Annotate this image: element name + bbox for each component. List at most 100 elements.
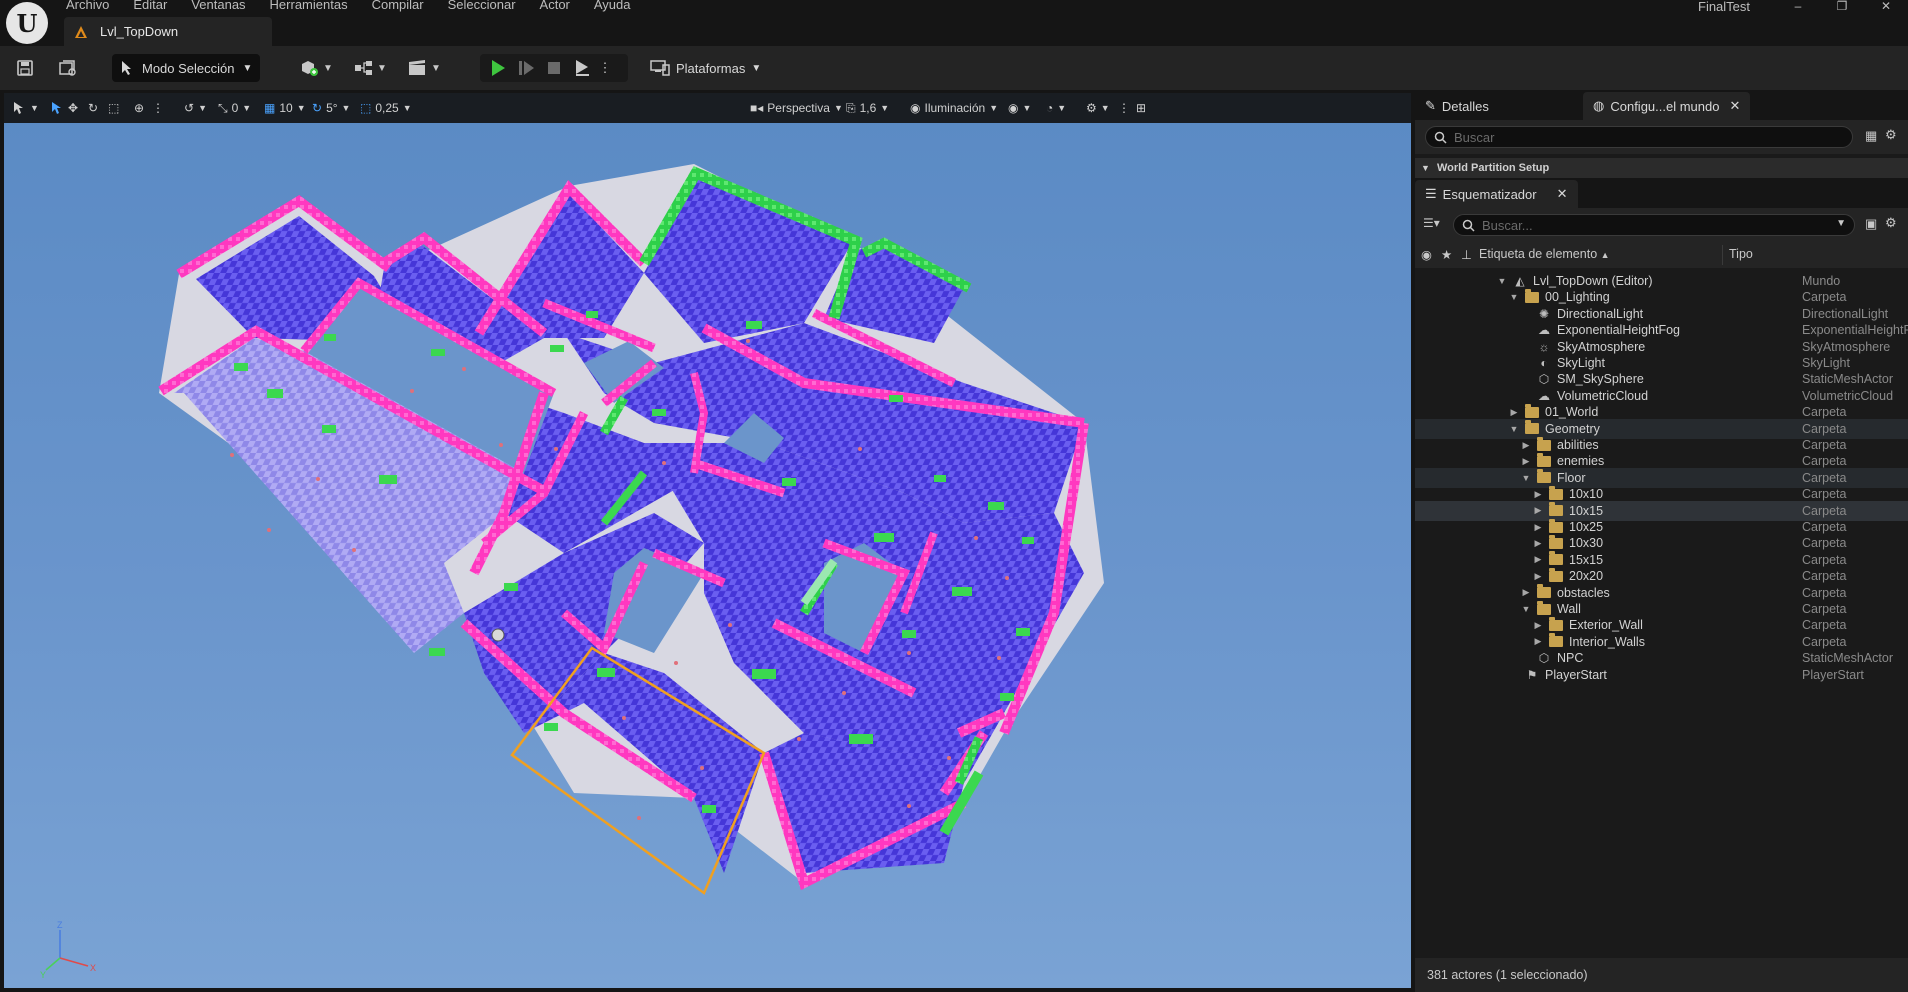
camera-speed-button[interactable]: ⎘ 1,6 ▼ xyxy=(846,93,889,123)
outliner-row-label: Floor xyxy=(1557,470,1586,485)
menu-item-compilar[interactable]: Compilar xyxy=(372,0,436,13)
outliner-row-name: ⬡ NPC xyxy=(1521,651,1584,665)
maximize-icon[interactable]: ❐ xyxy=(1820,0,1864,14)
menu-item-actor[interactable]: Actor xyxy=(540,0,582,13)
add-folder-icon[interactable]: ▣ xyxy=(1865,216,1877,232)
col-label-header[interactable]: Etiqueta de elemento ▲ xyxy=(1479,247,1610,261)
chevron-down-icon[interactable]: ▼ xyxy=(1509,424,1519,434)
more-options-icon[interactable]: ⋮ xyxy=(1118,93,1130,123)
chevron-right-icon[interactable]: ▶ xyxy=(1521,587,1531,598)
chevron-right-icon[interactable]: ▶ xyxy=(1533,538,1543,549)
col-type-header[interactable]: Tipo xyxy=(1729,247,1753,261)
rotate-tool-icon[interactable]: ↻ xyxy=(88,93,98,123)
tab-world-settings[interactable]: ◍ Configu...el mundo ✕ xyxy=(1583,92,1751,120)
gear-icon[interactable]: ⚙ xyxy=(1885,127,1897,143)
menu-item-seleccionar[interactable]: Seleccionar xyxy=(448,0,528,13)
world-partition-section[interactable]: ▼ World Partition Setup xyxy=(1415,158,1908,178)
viewport-options-button[interactable]: ▼ xyxy=(12,93,39,123)
chevron-down-icon[interactable]: ▼ xyxy=(1521,604,1531,614)
blueprints-button[interactable]: ▼ xyxy=(350,54,390,82)
chevron-down-icon[interactable]: ▼ xyxy=(1521,473,1531,483)
stop-icon[interactable] xyxy=(540,54,568,82)
details-search-input[interactable]: Buscar xyxy=(1425,126,1853,148)
rotate-snap-button[interactable]: ↻ 5° ▼ xyxy=(312,93,350,123)
world-local-icon[interactable]: ⊕ xyxy=(134,93,144,123)
chevron-right-icon[interactable]: ▶ xyxy=(1521,456,1531,467)
translate-tool-icon[interactable]: ✥ xyxy=(68,93,78,123)
chevron-right-icon[interactable]: ▶ xyxy=(1533,505,1543,516)
outliner-row-label: SM_SkySphere xyxy=(1557,372,1644,387)
chevron-right-icon[interactable]: ▶ xyxy=(1521,440,1531,451)
menu-item-herramientas[interactable]: Herramientas xyxy=(270,0,360,13)
menu-item-archivo[interactable]: Archivo xyxy=(66,0,121,13)
menu-item-ventanas[interactable]: Ventanas xyxy=(191,0,257,13)
step-frame-icon[interactable] xyxy=(512,54,540,82)
chevron-right-icon[interactable]: ▶ xyxy=(1533,554,1543,565)
details-search-placeholder: Buscar xyxy=(1454,129,1495,145)
content-browser-icon[interactable] xyxy=(56,54,80,82)
lighting-dropdown[interactable]: ◉ Iluminación ▼ xyxy=(910,93,998,123)
outliner-row-type: DirectionalLight xyxy=(1802,306,1889,321)
tab-outliner[interactable]: ☰ Esquematizador ✕ xyxy=(1415,180,1578,208)
transform-options-icon[interactable]: ⋮ xyxy=(152,93,164,123)
list-icon: ☰ xyxy=(1425,186,1437,201)
performance-button[interactable]: ◔ ▼ xyxy=(1046,93,1066,123)
unreal-logo-icon[interactable]: U xyxy=(6,2,48,44)
outliner-search-input[interactable]: Buscar... ▼ xyxy=(1453,214,1855,236)
outliner-row-type: PlayerStart xyxy=(1802,667,1864,682)
eject-icon[interactable] xyxy=(568,54,596,82)
grid-snap-button[interactable]: ▦ 10 ▼ xyxy=(264,93,306,123)
chevron-down-icon[interactable]: ▼ xyxy=(1497,276,1507,286)
outliner-row[interactable]: ⚑ PlayerStart PlayerStart xyxy=(1415,665,1908,685)
eye-icon[interactable]: ◉ xyxy=(1421,247,1432,262)
select-tool-icon[interactable] xyxy=(50,93,62,123)
filter-icon[interactable]: ☰▾ xyxy=(1423,216,1440,230)
minimize-icon[interactable]: – xyxy=(1776,0,1820,14)
chevron-down-icon[interactable]: ▼ xyxy=(1509,292,1519,302)
outliner-row-type: Carpeta xyxy=(1802,487,1847,502)
chevron-right-icon[interactable]: ▶ xyxy=(1533,620,1543,631)
table-view-icon[interactable]: ▦ xyxy=(1865,128,1877,144)
chevron-down-icon[interactable]: ▼ xyxy=(1836,218,1846,229)
menu-item-ayuda[interactable]: Ayuda xyxy=(594,0,643,13)
outliner-row-name: ◐ SkyLight xyxy=(1521,356,1605,370)
play-icon[interactable] xyxy=(484,54,512,82)
pin-icon[interactable]: ⊥ xyxy=(1461,247,1472,262)
chevron-right-icon[interactable]: ▶ xyxy=(1533,522,1543,533)
chevron-right-icon[interactable]: ▶ xyxy=(1533,571,1543,582)
world-icon: ◭ xyxy=(1515,274,1525,288)
close-window-icon[interactable]: ✕ xyxy=(1864,0,1908,14)
actor-count-status: 381 actores (1 seleccionado) xyxy=(1427,968,1588,982)
level-viewport[interactable]: ▼ ✥ ↻ ⬚ ⊕ ⋮ ↺ ▼ ⤡ 0 ▼ ▦ 10 ▼ ↻ 5° ▼ ⬚ 0,25 ▼ ■◂ Pe… xyxy=(4,93,1411,988)
scale-snap-button[interactable]: ⬚ 0,25 ▼ xyxy=(360,93,412,123)
level-tab[interactable]: Lvl_TopDown xyxy=(64,17,272,46)
gear-icon[interactable]: ⚙ xyxy=(1885,215,1897,231)
play-options-icon[interactable]: ⋮ xyxy=(596,54,614,82)
chevron-right-icon[interactable]: ▶ xyxy=(1509,407,1519,418)
folder-open-icon xyxy=(1537,600,1551,615)
close-icon[interactable]: ✕ xyxy=(1729,98,1740,114)
add-actor-button[interactable]: ▼ xyxy=(296,54,336,82)
translate-snap-button[interactable]: ⤡ 0 ▼ xyxy=(218,93,251,123)
star-icon[interactable]: ★ xyxy=(1441,247,1452,262)
chevron-right-icon[interactable]: ▶ xyxy=(1533,636,1543,647)
level-scene[interactable] xyxy=(4,93,1411,988)
view-mode-dropdown[interactable]: ■◂ Perspectiva ▼ xyxy=(750,93,843,123)
surface-snap-button[interactable]: ↺ ▼ xyxy=(184,93,207,123)
platforms-dropdown[interactable]: Plataformas ▼ xyxy=(650,54,761,82)
cinematics-button[interactable]: ▼ xyxy=(404,54,444,82)
close-icon[interactable]: ✕ xyxy=(1557,186,1568,202)
column-divider[interactable] xyxy=(1722,245,1723,265)
tab-details[interactable]: ✎ Detalles xyxy=(1415,92,1499,120)
mode-selection-dropdown[interactable]: Modo Selección ▼ xyxy=(112,54,260,82)
scale-tool-icon[interactable]: ⬚ xyxy=(108,93,119,123)
sort-ascending-icon: ▲ xyxy=(1600,250,1610,260)
layout-icon[interactable]: ⊞ xyxy=(1136,93,1146,123)
settings-button[interactable]: ⚙ ▼ xyxy=(1086,93,1110,123)
chevron-right-icon[interactable]: ▶ xyxy=(1533,489,1543,500)
menu-item-editar[interactable]: Editar xyxy=(133,0,179,13)
col-label-text: Etiqueta de elemento xyxy=(1479,247,1598,261)
outliner-row-name: ▶ Interior_Walls xyxy=(1533,633,1645,649)
save-icon[interactable] xyxy=(14,54,36,82)
show-flags-button[interactable]: ◉ ▼ xyxy=(1008,93,1031,123)
